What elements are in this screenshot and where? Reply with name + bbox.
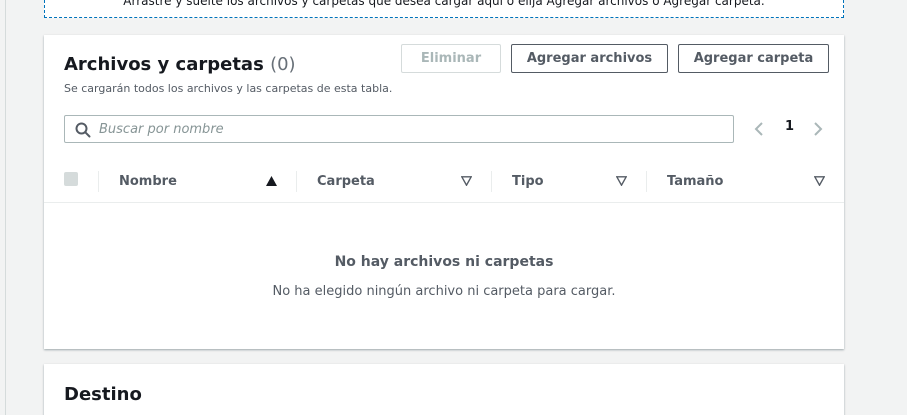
- sort-descending-icon[interactable]: [461, 176, 472, 186]
- column-divider: [296, 171, 297, 192]
- add-folder-button[interactable]: Agregar carpeta: [678, 44, 829, 73]
- page-number[interactable]: 1: [785, 119, 794, 134]
- files-and-folders-panel: Archivos y carpetas (0) Se cargarán todo…: [44, 35, 844, 349]
- column-divider: [98, 171, 99, 192]
- search-input[interactable]: Buscar por nombre: [64, 115, 734, 143]
- sort-descending-icon[interactable]: [616, 176, 627, 186]
- destination-title: Destino: [64, 384, 142, 405]
- sort-ascending-icon[interactable]: [266, 176, 277, 186]
- add-files-button[interactable]: Agregar archivos: [511, 44, 668, 73]
- column-divider: [646, 171, 647, 192]
- column-header-folder[interactable]: Carpeta: [317, 174, 375, 189]
- chevron-left-icon[interactable]: [753, 121, 765, 137]
- column-header-size[interactable]: Tamaño: [667, 174, 723, 189]
- column-header-type[interactable]: Tipo: [512, 174, 544, 189]
- chevron-right-icon[interactable]: [812, 121, 824, 137]
- remove-button[interactable]: Eliminar: [401, 44, 501, 73]
- drop-zone[interactable]: Arrastre y suelte los archivos y carpeta…: [44, 0, 844, 18]
- panel-description: Se cargarán todos los archivos y las car…: [64, 82, 393, 95]
- search-icon: [75, 122, 91, 138]
- sort-descending-icon[interactable]: [814, 176, 825, 186]
- table-header: Nombre Carpeta Tipo Tamaño: [44, 160, 844, 203]
- destination-panel: Destino: [44, 364, 844, 415]
- search-placeholder: Buscar por nombre: [99, 122, 224, 137]
- panel-title-text: Archivos y carpetas: [64, 54, 264, 75]
- select-all-checkbox[interactable]: [64, 172, 78, 186]
- page-left-border: [5, 0, 6, 415]
- panel-title: Archivos y carpetas (0): [64, 54, 296, 75]
- column-divider: [491, 171, 492, 192]
- drop-zone-text: Arrastre y suelte los archivos y carpeta…: [123, 0, 765, 8]
- empty-state-title: No hay archivos ni carpetas: [334, 254, 554, 270]
- item-count: (0): [270, 54, 296, 75]
- empty-state-description: No ha elegido ningún archivo ni carpeta …: [272, 284, 616, 299]
- column-header-name[interactable]: Nombre: [119, 174, 177, 189]
